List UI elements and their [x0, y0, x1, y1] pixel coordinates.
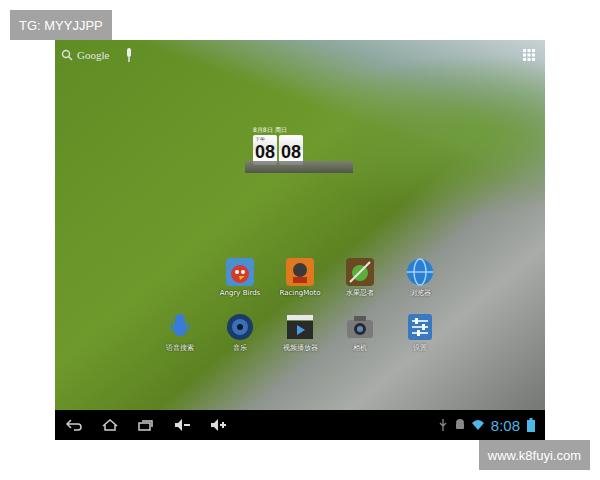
app-shortcut[interactable]: 浏览器 — [390, 257, 450, 297]
app-label: 语音搜索 — [166, 344, 194, 352]
clock-base — [245, 161, 353, 173]
battery-icon — [527, 418, 535, 432]
watermark-label: www.k8fuyi.com — [479, 440, 590, 470]
app-label: Angry Birds — [220, 289, 261, 297]
moto-icon — [285, 257, 315, 287]
google-search[interactable]: Google — [61, 48, 133, 62]
recent-apps-icon[interactable] — [137, 418, 155, 432]
clock-period: 下午 — [255, 136, 265, 142]
watermark-label: TG: MYYJJPP — [10, 10, 112, 40]
microphone-icon[interactable] — [125, 48, 133, 62]
apps-grid-icon[interactable] — [523, 49, 535, 61]
music-icon — [225, 312, 255, 342]
birds-icon — [225, 257, 255, 287]
app-shortcut[interactable]: 相机 — [330, 312, 390, 352]
settings-icon — [405, 312, 435, 342]
app-label: 设置 — [413, 344, 427, 352]
app-shortcut[interactable]: 音乐 — [210, 312, 270, 352]
android-icon — [455, 419, 465, 431]
app-row: Angry Birds RacingMoto 水果忍者 浏览器 — [55, 257, 545, 297]
app-label: 浏览器 — [410, 289, 431, 297]
app-shortcut[interactable]: 设置 — [390, 312, 450, 352]
volume-up-icon[interactable] — [209, 418, 227, 432]
clock-minute: 08 — [281, 138, 301, 163]
app-shortcut[interactable]: 水果忍者 — [330, 257, 390, 297]
navigation-bar: 8:08 — [55, 410, 545, 440]
app-label: 相机 — [353, 344, 367, 352]
voice-icon — [165, 312, 195, 342]
magnifier-icon — [61, 49, 73, 61]
app-label: RacingMoto — [279, 289, 320, 297]
app-label: 视频播放器 — [283, 344, 318, 352]
clock-date: 8月8日 周日 — [245, 126, 287, 133]
usb-icon — [438, 419, 448, 431]
top-bar: Google — [55, 40, 545, 70]
camera-icon — [345, 312, 375, 342]
app-label: 音乐 — [233, 344, 247, 352]
app-shortcut[interactable]: 视频播放器 — [270, 312, 330, 352]
clock-widget[interactable]: 8月8日 周日 下午 08 08 — [245, 126, 355, 173]
home-icon[interactable] — [101, 418, 119, 432]
app-shortcut[interactable]: Angry Birds — [210, 257, 270, 297]
page: TG: MYYJJPP Google 8月8日 周日 下午 08 08 Angr… — [0, 0, 600, 480]
app-shortcut[interactable]: 语音搜索 — [150, 312, 210, 352]
status-time: 8:08 — [491, 417, 520, 434]
tablet-screen: Google 8月8日 周日 下午 08 08 Angry Birds Raci… — [55, 40, 545, 440]
browser-icon — [405, 257, 435, 287]
video-icon — [285, 312, 315, 342]
search-label: Google — [77, 49, 109, 61]
volume-down-icon[interactable] — [173, 418, 191, 432]
fruit-icon — [345, 257, 375, 287]
app-shortcut[interactable]: RacingMoto — [270, 257, 330, 297]
app-row: 语音搜索 音乐 视频播放器 相机 设置 — [55, 312, 545, 352]
app-label: 水果忍者 — [346, 289, 374, 297]
back-icon[interactable] — [65, 418, 83, 432]
wifi-icon — [472, 419, 484, 431]
